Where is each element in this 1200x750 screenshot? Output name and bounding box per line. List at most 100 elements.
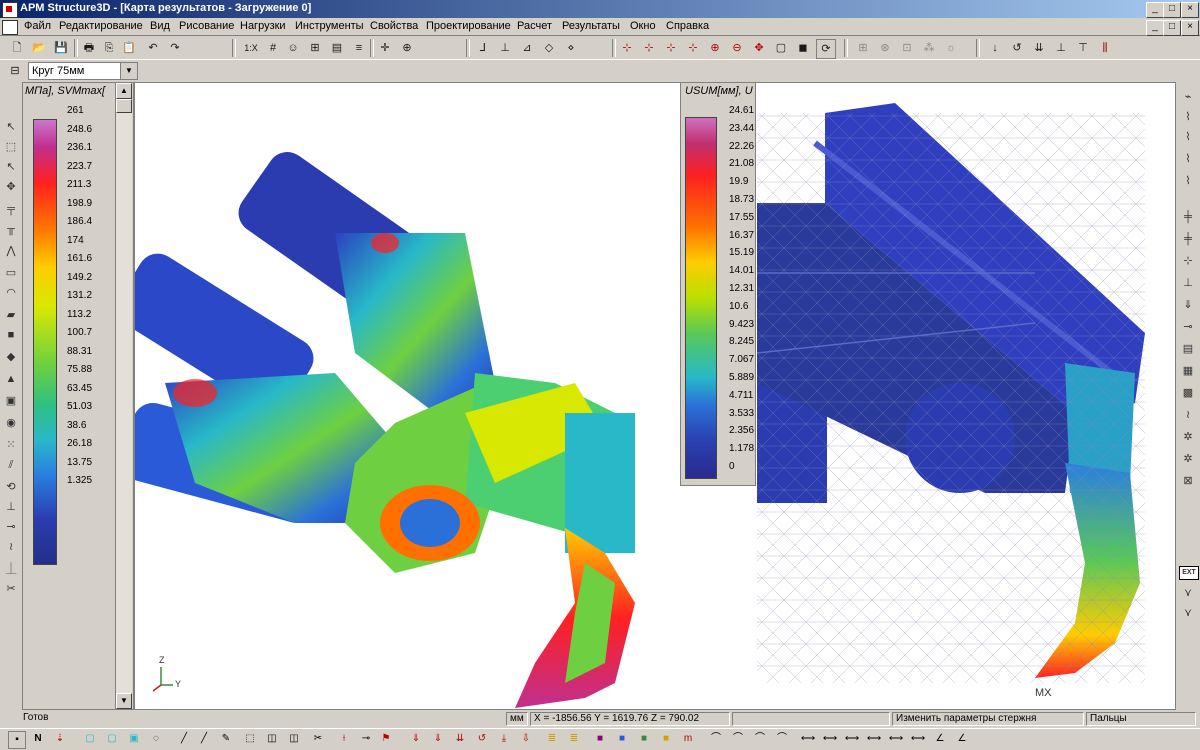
fixed-tool-icon[interactable]: ⏊ <box>2 560 20 578</box>
load-display-icon[interactable]: ⇣ <box>52 731 68 747</box>
moment-icon[interactable]: ↺ <box>1008 39 1026 57</box>
close-button[interactable]: × <box>1181 2 1199 18</box>
pencil-icon[interactable]: ✎ <box>218 731 234 747</box>
node-icon[interactable]: ⊥ <box>496 39 514 57</box>
doc-close-button[interactable]: × <box>1181 20 1199 36</box>
element-number-icon[interactable]: ▤ <box>1179 340 1197 358</box>
stress-view-icon[interactable]: ⌁ <box>1179 88 1197 106</box>
fix-mark-icon[interactable]: ⊠ <box>1179 472 1197 490</box>
solid-mark-icon[interactable]: ▩ <box>1179 384 1197 402</box>
scroll-up-icon[interactable]: ▲ <box>116 83 132 99</box>
pan-icon[interactable]: ✥ <box>750 39 768 57</box>
minimize-button[interactable]: _ <box>1146 2 1164 18</box>
menu-calculation[interactable]: Расчет <box>517 20 552 32</box>
menu-results[interactable]: Результаты <box>562 20 620 32</box>
show-springs-icon[interactable]: ◌ <box>148 731 164 747</box>
shell-tool-icon[interactable]: ◆ <box>2 348 20 366</box>
section-select[interactable]: Круг 75мм ▼ <box>28 62 138 80</box>
reaction-view-icon[interactable]: ⌇ <box>1179 172 1197 190</box>
local-axes-icon[interactable]: ⊹ <box>1179 252 1197 270</box>
zoom-in-icon[interactable]: ⊕ <box>706 39 724 57</box>
beam-tool-icon[interactable]: ╤ <box>2 200 20 218</box>
show-solids-icon[interactable]: ▣ <box>126 731 142 747</box>
menu-draw[interactable]: Рисование <box>179 20 234 32</box>
dimension-3-icon[interactable]: ⟷ <box>822 731 838 747</box>
dimension-5-icon[interactable]: ⟷ <box>866 731 882 747</box>
curve-2-icon[interactable]: ⌒ <box>730 731 746 747</box>
pressure-icon[interactable]: ⤓ <box>496 731 512 747</box>
dimension-icon[interactable]: ⊞ <box>306 39 324 57</box>
mirror-tool-icon[interactable]: ⫽ <box>2 456 20 474</box>
cylinder-tool-icon[interactable]: ◉ <box>2 414 20 432</box>
shading-icon[interactable]: ⁂ <box>920 39 938 57</box>
document-icon[interactable] <box>2 20 18 35</box>
moment-view-icon[interactable]: ⌇ <box>1179 150 1197 168</box>
scroll-thumb[interactable] <box>116 99 132 113</box>
gear-icon[interactable]: ✲ <box>1179 428 1197 446</box>
moment-display-icon[interactable]: ↺ <box>474 731 490 747</box>
view-iso-icon[interactable]: ⊹ <box>684 39 702 57</box>
color-purple-icon[interactable]: ■ <box>592 731 608 747</box>
color-yellow-icon[interactable]: ■ <box>658 731 674 747</box>
cone-tool-icon[interactable]: ▲ <box>2 370 20 388</box>
menu-window[interactable]: Окно <box>630 20 656 32</box>
select-arrow-icon[interactable]: ↖ <box>2 118 20 136</box>
rod-section-icon[interactable]: ╱ <box>196 731 212 747</box>
support-tool-icon[interactable]: ⊥ <box>2 498 20 516</box>
scissors-icon[interactable]: ✂ <box>2 580 20 598</box>
move-icon[interactable]: ✥ <box>2 178 20 196</box>
show-plates-icon[interactable]: ▢ <box>104 731 120 747</box>
cube-wire-icon[interactable]: ◫ <box>286 731 302 747</box>
fixed-support-icon[interactable]: ⊤ <box>1074 39 1092 57</box>
mass-icon[interactable]: m <box>680 731 696 747</box>
save-icon[interactable]: 💾 <box>52 39 70 57</box>
select-node-icon[interactable]: ↖ <box>2 158 20 176</box>
curve-4-icon[interactable]: ⌒ <box>774 731 790 747</box>
cut-icon[interactable]: ✂ <box>310 731 326 747</box>
show-beams-icon[interactable]: ▢ <box>82 731 98 747</box>
menu-view[interactable]: Вид <box>150 20 170 32</box>
distributed-load-icon[interactable]: ⇊ <box>1030 39 1048 57</box>
menu-help[interactable]: Справка <box>666 20 709 32</box>
rod-icon[interactable]: ╱ <box>176 731 192 747</box>
dimension-6-icon[interactable]: ⟷ <box>888 731 904 747</box>
color-green-icon[interactable]: ■ <box>636 731 652 747</box>
zoom-window-icon[interactable]: ▢ <box>772 39 790 57</box>
support-mark-icon[interactable]: ⊥ <box>1179 274 1197 292</box>
arc-tool-icon[interactable]: ◠ <box>2 284 20 302</box>
line-tool-icon[interactable]: ▭ <box>2 264 20 282</box>
dimension-2-icon[interactable]: ⟷ <box>800 731 816 747</box>
force-view-icon[interactable]: ⌇ <box>1179 128 1197 146</box>
maximize-button[interactable]: □ <box>1163 2 1181 18</box>
cross-section-icon[interactable]: ╪ <box>1179 230 1197 248</box>
menu-file[interactable]: Файл <box>24 20 51 32</box>
view-side-icon[interactable]: ⊹ <box>640 39 658 57</box>
light-icon[interactable]: ☼ <box>942 39 960 57</box>
scroll-down-icon[interactable]: ▼ <box>116 693 132 709</box>
spring-mark-icon[interactable]: ≀ <box>1179 406 1197 424</box>
section-view-icon[interactable]: ⊞ <box>854 39 872 57</box>
constraint-icon[interactable]: ⟊ <box>336 731 352 747</box>
plate-icon[interactable]: ◇ <box>540 39 558 57</box>
results-icon[interactable]: ⫼ <box>1096 39 1114 57</box>
dimension-7-icon[interactable]: ⟷ <box>910 731 926 747</box>
section-icon[interactable]: ⊟ <box>6 62 24 80</box>
view-top-icon[interactable]: ⊹ <box>662 39 680 57</box>
redo-icon[interactable]: ↷ <box>166 39 184 57</box>
menu-edit[interactable]: Редактирование <box>59 20 143 32</box>
menu-tools[interactable]: Инструменты <box>295 20 364 32</box>
ruler-icon[interactable]: ▤ <box>328 39 346 57</box>
zoom-extents-icon[interactable]: ◼ <box>794 39 812 57</box>
compass-icon[interactable]: ⊕ <box>398 39 416 57</box>
settings-mark-icon[interactable]: ✲ <box>1179 450 1197 468</box>
chevron-down-icon[interactable]: ▼ <box>120 63 137 79</box>
plate-mark-icon[interactable]: ▦ <box>1179 362 1197 380</box>
solid-tool-icon[interactable]: ■ <box>2 326 20 344</box>
crosshair-icon[interactable]: ✛ <box>376 39 394 57</box>
grid-icon[interactable]: # <box>264 39 282 57</box>
array-tool-icon[interactable]: ⁙ <box>2 436 20 454</box>
layer-stack-2-icon[interactable]: ≣ <box>566 731 582 747</box>
box-view-icon[interactable]: ⬚ <box>242 731 258 747</box>
temperature-icon[interactable]: ⇩ <box>518 731 534 747</box>
load-down-icon[interactable]: ↓ <box>986 39 1004 57</box>
